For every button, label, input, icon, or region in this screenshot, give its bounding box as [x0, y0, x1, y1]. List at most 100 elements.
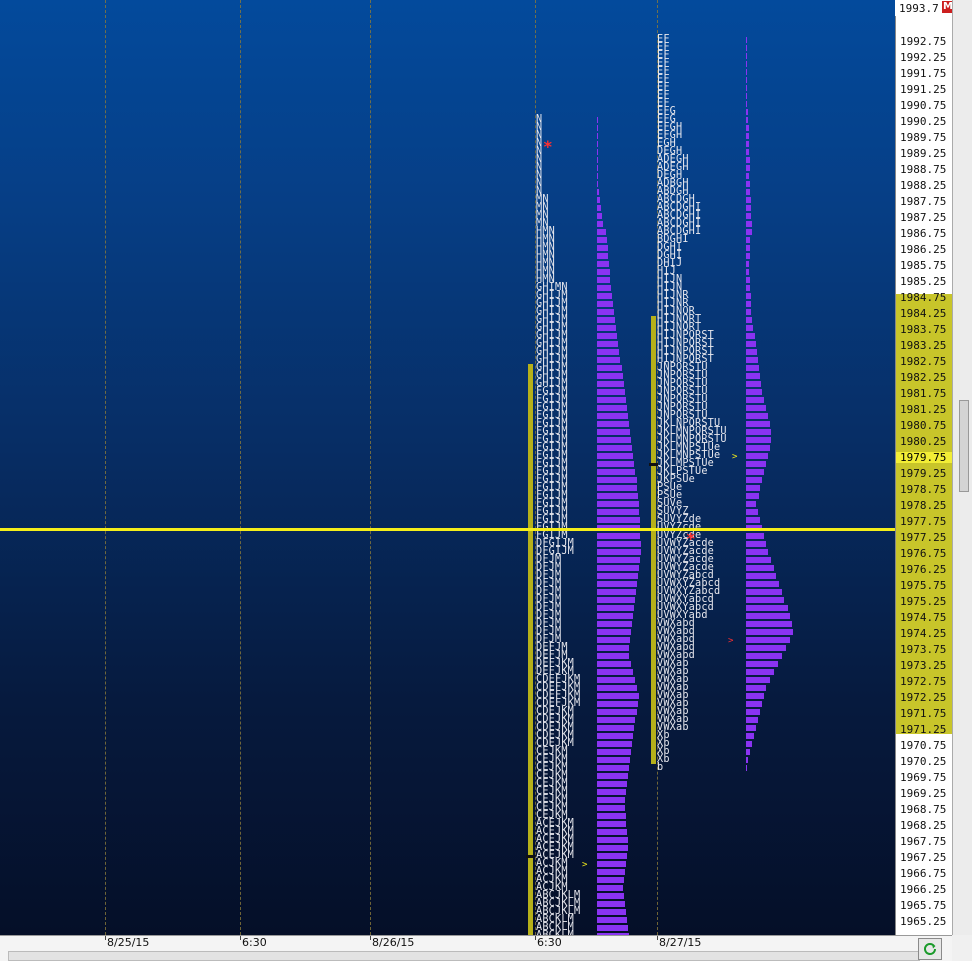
- volume-histogram-bar: [746, 357, 758, 363]
- time-label-6-30: 6:30: [242, 936, 267, 949]
- volume-histogram-bar: [746, 725, 756, 731]
- price-label: 1966.75: [900, 867, 947, 880]
- volume-histogram-bar: [597, 669, 633, 675]
- volume-histogram-bar: [746, 653, 782, 659]
- volume-histogram-bar: [746, 293, 751, 299]
- volume-histogram-bar: [597, 621, 632, 627]
- volume-histogram-bar: [597, 581, 637, 587]
- volume-histogram-bar: [746, 429, 771, 435]
- volume-histogram-bar: [597, 589, 636, 595]
- price-label: 1969.25: [900, 787, 947, 800]
- price-label: 1985.25: [900, 275, 947, 288]
- volume-histogram-bar: [746, 141, 749, 147]
- grid-line-6-30-a: [240, 0, 241, 935]
- price-label: 1987.25: [900, 211, 947, 224]
- initiative-star-icon: *: [686, 529, 696, 548]
- chart-plot-area[interactable]: N N N N N N N N N N MN MN MN MN HMN HMN HMN HMN HMN HMN HMN G…: [0, 0, 895, 935]
- price-label: 1984.75: [900, 291, 947, 304]
- volume-histogram-bar: [597, 597, 635, 603]
- volume-histogram-bar: [746, 85, 747, 91]
- volume-histogram-bar: [746, 237, 750, 243]
- price-label: 1983.25: [900, 339, 947, 352]
- time-label-8-25: 8/25/15: [107, 936, 150, 949]
- volume-histogram-bar: [746, 53, 747, 59]
- volume-histogram-bar: [597, 165, 598, 171]
- volume-histogram-bar: [746, 421, 770, 427]
- top-price-label: 1993.7: [899, 2, 939, 15]
- volume-histogram-bar: [746, 125, 749, 131]
- volume-histogram-bar: [746, 325, 753, 331]
- volume-histogram-bar: [597, 717, 635, 723]
- time-tick: [657, 936, 658, 940]
- volume-histogram-bar: [597, 541, 641, 547]
- price-label: 1975.25: [900, 595, 947, 608]
- time-tick: [240, 936, 241, 940]
- volume-histogram-bar: [597, 741, 632, 747]
- volume-histogram-bar: [597, 285, 611, 291]
- volume-histogram-bar: [597, 341, 618, 347]
- price-label: 1975.75: [900, 579, 947, 592]
- volume-histogram-bar: [746, 509, 758, 515]
- volume-histogram-bar: [746, 397, 764, 403]
- volume-histogram-bar: [597, 309, 614, 315]
- volume-histogram-bar: [597, 821, 626, 827]
- vertical-scroll-thumb[interactable]: [959, 400, 969, 492]
- volume-histogram-bar: [597, 381, 624, 387]
- volume-histogram-bar: [597, 501, 639, 507]
- volume-histogram-bar: [746, 93, 747, 99]
- value-area-line[interactable]: [0, 528, 895, 531]
- value-area-bar: [651, 316, 656, 764]
- price-label: 1971.75: [900, 707, 947, 720]
- volume-histogram-bar: [597, 413, 628, 419]
- price-label: 1987.75: [900, 195, 947, 208]
- price-label: 1965.75: [900, 899, 947, 912]
- price-axis[interactable]: 1992.75 1992.25 1991.75 1991.25 1990.75 1990.…: [895, 0, 953, 935]
- price-label: 1980.25: [900, 435, 947, 448]
- price-label: 1982.25: [900, 371, 947, 384]
- price-label: 1973.25: [900, 659, 947, 672]
- volume-histogram-bar: [597, 725, 634, 731]
- time-tick: [535, 936, 536, 940]
- volume-histogram-bar: [746, 117, 748, 123]
- volume-histogram-bar: [746, 365, 759, 371]
- volume-histogram-bar: [597, 637, 630, 643]
- volume-histogram-bar: [746, 405, 766, 411]
- time-axis[interactable]: 8/25/15 6:30 8/26/15 6:30 8/27/15: [0, 935, 952, 961]
- vertical-scrollbar[interactable]: [952, 0, 972, 935]
- price-label: 1982.75: [900, 355, 947, 368]
- volume-histogram-bar: [746, 173, 749, 179]
- volume-histogram-bar: [597, 357, 620, 363]
- volume-histogram-bar: [746, 765, 747, 771]
- volume-histogram-bar: [597, 781, 627, 787]
- volume-histogram-bar: [746, 541, 766, 547]
- volume-histogram-bar: [597, 317, 615, 323]
- price-label: 1970.25: [900, 755, 947, 768]
- volume-histogram-bar: [746, 301, 751, 307]
- volume-histogram-bar: [597, 245, 608, 251]
- volume-histogram-bar: [597, 685, 637, 691]
- volume-histogram-bar: [746, 613, 790, 619]
- price-label: 1970.75: [900, 739, 947, 752]
- time-tick: [370, 936, 371, 940]
- volume-histogram-bar: [597, 773, 628, 779]
- price-label: 1968.75: [900, 803, 947, 816]
- volume-histogram-bar: [746, 533, 764, 539]
- volume-histogram-bar: [597, 845, 628, 851]
- volume-histogram-bar: [746, 109, 748, 115]
- volume-histogram-bar: [746, 573, 776, 579]
- price-label: 1974.75: [900, 611, 947, 624]
- price-label: 1971.25: [900, 723, 947, 736]
- volume-histogram-bar: [597, 149, 598, 155]
- volume-histogram-bar: [746, 621, 792, 627]
- volume-histogram-bar: [597, 301, 613, 307]
- volume-histogram-bar: [746, 213, 751, 219]
- volume-histogram-bar: [746, 437, 771, 443]
- volume-histogram-bar: [746, 133, 749, 139]
- refresh-button[interactable]: [918, 938, 942, 960]
- poc-marker: [526, 855, 535, 858]
- volume-histogram-bar: [597, 549, 641, 555]
- volume-histogram-bar: [597, 757, 630, 763]
- volume-histogram-bar: [746, 477, 762, 483]
- volume-histogram-bar: [746, 549, 768, 555]
- volume-histogram-bar: [597, 461, 634, 467]
